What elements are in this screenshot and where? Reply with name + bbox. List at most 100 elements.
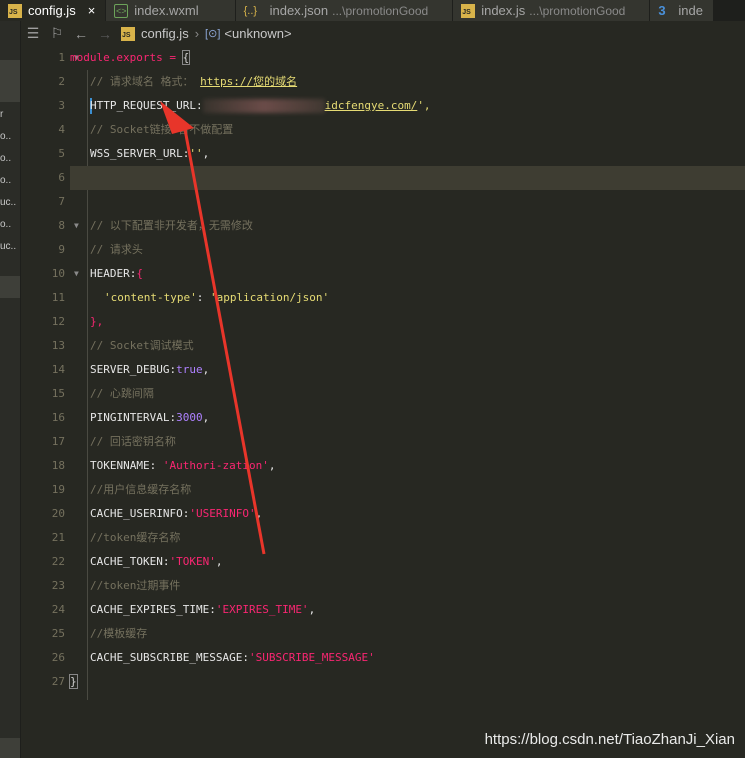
punctuation: ', — [417, 99, 431, 112]
punctuation: , — [255, 507, 263, 520]
sidebar-item[interactable]: r — [0, 104, 20, 126]
line-number: 6 — [58, 171, 65, 184]
punctuation: , — [202, 363, 210, 376]
property-key: PINGINTERVAL: — [90, 411, 177, 424]
line-number: 22 — [51, 555, 65, 568]
code-line-3[interactable]: HTTP_REQUEST_URL: idcfengye.com/', — [70, 94, 745, 118]
breadcrumb-symbol[interactable]: <unknown> — [224, 26, 291, 41]
property-key: HEADER: — [90, 267, 137, 280]
code-line-12[interactable]: }, — [70, 310, 745, 334]
property-key: WSS_SERVER_URL: — [90, 147, 190, 160]
sidebar-item[interactable] — [0, 80, 20, 102]
sidebar-item[interactable]: uc.. — [0, 236, 20, 258]
editor-toolbar: ☰ ⚐ ← → JS config.js › [⊙] <unknown> — [21, 21, 745, 46]
code-line-10[interactable]: HEADER:{ — [70, 262, 745, 286]
code-line-17[interactable]: // 回话密钥名称 — [70, 430, 745, 454]
property-key: CACHE_SUBSCRIBE_MESSAGE: — [90, 651, 249, 664]
string-value: 'TOKEN' — [169, 555, 216, 568]
comment: // 回话密钥名称 — [90, 435, 176, 448]
string-value: 'USERINFO' — [189, 507, 256, 520]
punctuation: : — [196, 291, 210, 304]
code-line-9[interactable]: // 请求头 — [70, 238, 745, 262]
sidebar-section[interactable] — [0, 738, 20, 758]
line-number: 16 — [51, 411, 65, 424]
sidebar-item[interactable]: uc.. — [0, 192, 20, 214]
sidebar-item[interactable]: o.. — [0, 148, 20, 170]
tab-index-js[interactable]: JS index.js ...\promotionGood — [453, 0, 651, 21]
code-line-24[interactable]: CACHE_EXPIRES_TIME:'EXPIRES_TIME', — [70, 598, 745, 622]
tab-index-json[interactable]: {..} index.json ...\promotionGood — [235, 0, 454, 21]
line-number: 4 — [58, 123, 65, 136]
close-icon[interactable]: × — [88, 3, 96, 18]
redacted-area — [202, 99, 325, 113]
line-number: 21 — [51, 531, 65, 544]
sidebar-item[interactable]: o.. — [0, 170, 20, 192]
code-line-4[interactable]: // Socket链接 暂不做配置 — [70, 118, 745, 142]
line-number: 5 — [58, 147, 65, 160]
code-line-27[interactable]: } — [69, 670, 745, 694]
code-line-21[interactable]: //token缓存名称 — [70, 526, 745, 550]
property-key: SERVER_DEBUG: — [90, 363, 177, 376]
comment-url[interactable]: https://您的域名 — [200, 75, 297, 88]
forward-arrow-icon[interactable]: → — [93, 26, 117, 42]
code-line-22[interactable]: CACHE_TOKEN:'TOKEN', — [70, 550, 745, 574]
code-line-7[interactable] — [70, 190, 745, 214]
brace: } — [69, 674, 78, 689]
bookmark-icon[interactable]: ⚐ — [45, 25, 69, 42]
tab-bar: JS config.js × <> index.wxml {..} index.… — [0, 0, 745, 21]
comment: // Socket链接 暂不做配置 — [90, 123, 234, 136]
string-value: 'Authori-zation' — [162, 459, 269, 472]
code-line-2[interactable]: // 请求域名 格式： https://您的域名 — [70, 70, 745, 94]
sidebar-section[interactable] — [0, 276, 20, 298]
tab-inde-css[interactable]: 3 inde — [650, 0, 714, 21]
sidebar-item[interactable]: o.. — [0, 214, 20, 236]
code-line-14[interactable]: SERVER_DEBUG:true, — [70, 358, 745, 382]
code-line-11[interactable]: 'content-type': 'application/json' — [70, 286, 745, 310]
punctuation: , — [202, 411, 210, 424]
boolean-value: true — [176, 363, 203, 376]
breadcrumb-file[interactable]: config.js — [141, 26, 189, 41]
line-number: 25 — [51, 627, 65, 640]
wxml-file-icon: <> — [114, 3, 129, 18]
code-line-6-current[interactable] — [70, 166, 745, 190]
punctuation: , — [268, 459, 276, 472]
line-number: 17 — [51, 435, 65, 448]
code-line-19[interactable]: //用户信息缓存名称 — [70, 478, 745, 502]
code-line-26[interactable]: CACHE_SUBSCRIBE_MESSAGE:'SUBSCRIBE_MESSA… — [70, 646, 745, 670]
code-line-8[interactable]: // 以下配置非开发者，无需修改 — [70, 214, 745, 238]
line-number: 12 — [51, 315, 65, 328]
line-number: 23 — [51, 579, 65, 592]
punctuation: , — [308, 603, 316, 616]
code-line-13[interactable]: // Socket调试模式 — [70, 334, 745, 358]
back-arrow-icon[interactable]: ← — [69, 26, 93, 42]
tab-label: config.js — [28, 3, 76, 18]
css-file-icon: 3 — [658, 2, 666, 18]
string-value[interactable]: idcfengye.com/ — [325, 99, 418, 112]
string-value: 'EXPIRES_TIME' — [215, 603, 309, 616]
js-file-icon: JS — [121, 26, 135, 41]
comment: // 请求头 — [90, 243, 143, 256]
tab-index-wxml[interactable]: <> index.wxml — [106, 0, 236, 21]
code-line-23[interactable]: //token过期事件 — [70, 574, 745, 598]
code-line-20[interactable]: CACHE_USERINFO:'USERINFO', — [70, 502, 745, 526]
line-number: 13 — [51, 339, 65, 352]
code-line-18[interactable]: TOKENNAME: 'Authori-zation', — [70, 454, 745, 478]
line-number: 18 — [51, 459, 65, 472]
property-key: HTTP_REQUEST_URL: — [90, 99, 203, 112]
code-editor[interactable]: module.exports = { // 请求域名 格式： https://您… — [69, 46, 745, 758]
tab-description: ...\promotionGood — [332, 3, 429, 18]
sidebar-item[interactable]: o.. — [0, 126, 20, 148]
code-line-1[interactable]: module.exports = { — [70, 46, 745, 70]
comment: //token缓存名称 — [90, 531, 181, 544]
code-line-15[interactable]: // 心跳间隔 — [70, 382, 745, 406]
punctuation: , — [215, 555, 223, 568]
js-file-icon: JS — [461, 3, 476, 18]
code-line-5[interactable]: WSS_SERVER_URL:'', — [70, 142, 745, 166]
tab-config-js[interactable]: JS config.js × — [0, 0, 107, 21]
code-line-25[interactable]: //模板缓存 — [70, 622, 745, 646]
line-number: 15 — [51, 387, 65, 400]
punctuation: , — [202, 147, 210, 160]
property-key: TOKENNAME: — [90, 459, 163, 472]
code-line-16[interactable]: PINGINTERVAL:3000, — [70, 406, 745, 430]
list-icon[interactable]: ☰ — [21, 25, 45, 42]
